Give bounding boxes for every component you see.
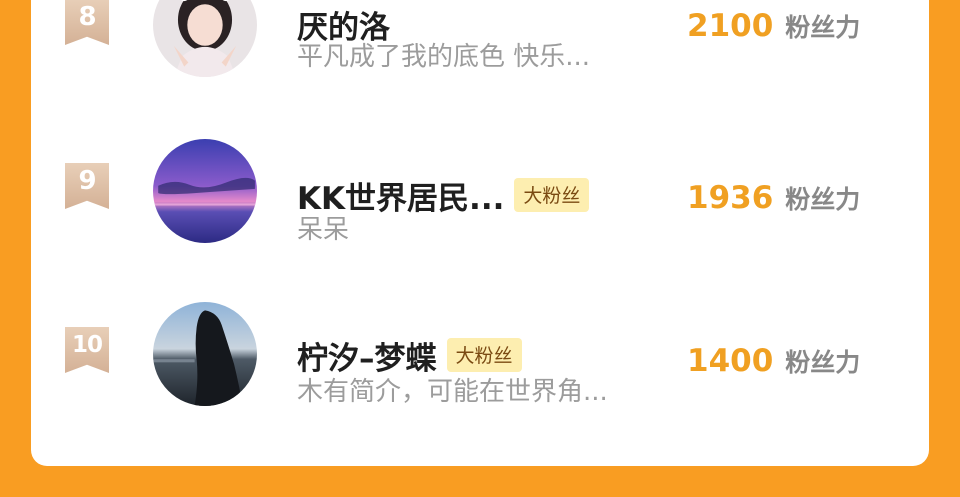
purple-sunset-sea-avatar-icon — [153, 139, 257, 243]
ranking-card: 8 厌的洛 平凡成了我的底色 快乐... 2100 粉丝力 9 KK世界居民..… — [31, 0, 929, 466]
score-value: 1936 — [687, 180, 774, 216]
silhouette-beach-avatar-icon — [153, 302, 257, 406]
rank-ribbon-icon: 10 — [65, 327, 109, 373]
score-unit: 粉丝力 — [785, 185, 861, 214]
score-value: 1400 — [687, 343, 774, 379]
user-bio: 平凡成了我的底色 快乐... — [297, 42, 591, 72]
fan-power-score: 2100 粉丝力 — [687, 8, 860, 44]
score-value: 2100 — [687, 8, 774, 44]
list-item[interactable]: 10 柠汐–梦蝶 大粉丝 木有简介，可能在世界角... 1400 粉丝力 — [31, 286, 929, 407]
user-bio: 木有简介，可能在世界角... — [297, 377, 608, 407]
score-unit: 粉丝力 — [785, 348, 861, 377]
fan-power-score: 1936 粉丝力 — [687, 180, 860, 216]
name-line: 柠汐–梦蝶 大粉丝 — [297, 335, 522, 377]
avatar[interactable] — [153, 302, 257, 406]
girl-portrait-avatar-icon — [153, 0, 257, 77]
big-fan-badge: 大粉丝 — [446, 338, 522, 372]
rank-number: 10 — [71, 332, 103, 358]
rank-number: 8 — [78, 2, 96, 32]
avatar[interactable] — [153, 0, 257, 77]
rank-ribbon-icon: 9 — [65, 163, 109, 209]
score-unit: 粉丝力 — [785, 13, 861, 42]
rank-ribbon-icon: 8 — [65, 0, 109, 45]
list-item[interactable]: 8 厌的洛 平凡成了我的底色 快乐... 2100 粉丝力 — [31, 0, 929, 80]
rank-number: 9 — [78, 166, 96, 196]
list-item[interactable]: 9 KK世界居民... 大粉丝 呆呆 1936 粉丝力 — [31, 123, 929, 245]
big-fan-badge: 大粉丝 — [514, 178, 590, 212]
fan-power-score: 1400 粉丝力 — [687, 343, 860, 379]
user-bio: 呆呆 — [297, 215, 350, 245]
avatar[interactable] — [153, 139, 257, 243]
